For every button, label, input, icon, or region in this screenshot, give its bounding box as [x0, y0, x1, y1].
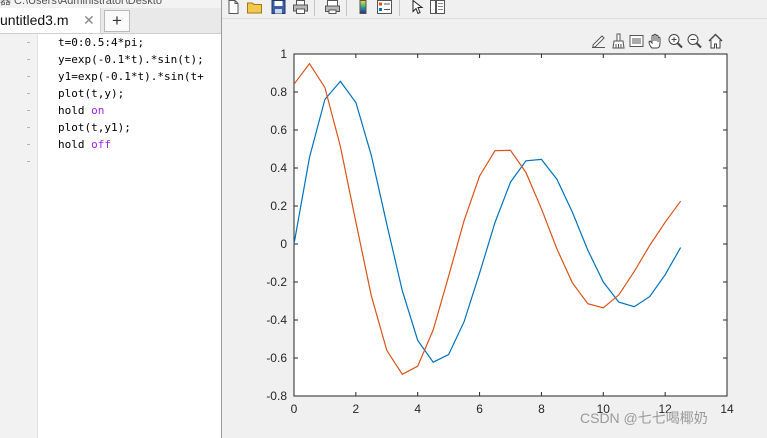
x-tick-label: 14 — [720, 402, 734, 416]
x-tick-label: 0 — [291, 402, 298, 416]
property-inspector-icon[interactable] — [430, 0, 445, 14]
y-tick-label: -0.6 — [266, 351, 287, 365]
code-line: hold off — [58, 136, 204, 153]
code-line: y1=exp(-0.1*t).*sin(t+ — [58, 68, 204, 85]
gutter-mark — [27, 161, 30, 162]
code-text: t=0:0.5:4*pi; — [58, 36, 145, 49]
code-editor[interactable]: t=0:0.5:4*pi; y=exp(-0.1*t).*sin(t); y1=ex… — [58, 34, 204, 153]
colorbar-icon[interactable] — [356, 0, 371, 14]
toolbar-separator — [314, 0, 315, 16]
path-bar: 器 C:\Users\Administrator\Deskto — [0, 0, 221, 8]
editor-pane: 器 C:\Users\Administrator\Deskto untitled… — [0, 0, 221, 438]
figure-window: 0 2 4 6 8 10 12 14 -0.8 -0.6 -0.4 -0.2 0 0.2 0.4 0.6 0.8… — [222, 19, 767, 438]
axes-box — [293, 53, 728, 397]
legend-icon[interactable] — [377, 0, 392, 14]
y-tick-label: 0 — [280, 237, 287, 251]
gutter-mark — [27, 42, 30, 43]
y-tick-label: -0.4 — [266, 313, 287, 327]
code-keyword: on — [91, 104, 105, 117]
x-tick-label: 4 — [414, 402, 421, 416]
figure-toolbar — [222, 0, 767, 19]
line-number-gutter — [0, 34, 38, 438]
x-tick-label: 6 — [476, 402, 483, 416]
print-preview-icon[interactable] — [325, 0, 340, 14]
gutter-mark — [27, 59, 30, 60]
y-tick-label: 1 — [280, 47, 287, 61]
toolbar-separator — [346, 0, 347, 16]
gutter-mark — [27, 127, 30, 128]
y-tick-label: -0.8 — [266, 389, 287, 403]
code-keyword: off — [91, 138, 111, 151]
code-text: plot(t,y); — [58, 87, 125, 100]
new-tab-button[interactable]: + — [104, 10, 130, 32]
toolbar-separator — [399, 0, 400, 16]
gutter-mark — [27, 76, 30, 77]
tab-untitled3[interactable]: untitled3.m ✕ — [0, 8, 101, 33]
code-text: hold — [58, 104, 92, 117]
gutter-mark — [27, 93, 30, 94]
x-tick-label: 2 — [353, 402, 360, 416]
y-tick-label: 0.2 — [270, 199, 287, 213]
y-tick-label: 0.8 — [270, 85, 287, 99]
code-line: plot(t,y1); — [58, 119, 204, 136]
code-text: y=exp(-0.1*t).*sin(t); — [58, 53, 204, 66]
y-tick-label: 0.6 — [270, 123, 287, 137]
watermark: CSDN @七七喝椰奶 — [580, 410, 708, 426]
pointer-icon[interactable] — [410, 0, 425, 14]
tab-label: untitled3.m — [0, 12, 69, 28]
x-tick-label: 8 — [538, 402, 545, 416]
editor-tab-strip: untitled3.m ✕ + — [0, 8, 221, 34]
code-line: plot(t,y); — [58, 85, 204, 102]
y-tick-label: -0.2 — [266, 275, 287, 289]
gutter-mark — [27, 144, 30, 145]
y-tick-label: 0.4 — [270, 161, 287, 175]
close-icon[interactable]: ✕ — [83, 12, 95, 29]
print-icon[interactable] — [293, 0, 308, 14]
save-icon[interactable] — [271, 0, 286, 14]
gutter-mark — [27, 110, 30, 111]
code-line: y=exp(-0.1*t).*sin(t); — [58, 51, 204, 68]
code-text: y1=exp(-0.1*t).*sin(t+ — [58, 70, 204, 83]
code-text: hold — [58, 138, 92, 151]
code-text: plot(t,y1); — [58, 121, 131, 134]
open-file-icon[interactable] — [247, 0, 262, 14]
new-figure-icon[interactable] — [226, 0, 241, 14]
code-line: t=0:0.5:4*pi; — [58, 34, 204, 51]
code-line: hold on — [58, 102, 204, 119]
plot-axes[interactable]: 0 2 4 6 8 10 12 14-0.8-0.6-0.4-0.200.20.40.60.8… — [222, 19, 767, 438]
